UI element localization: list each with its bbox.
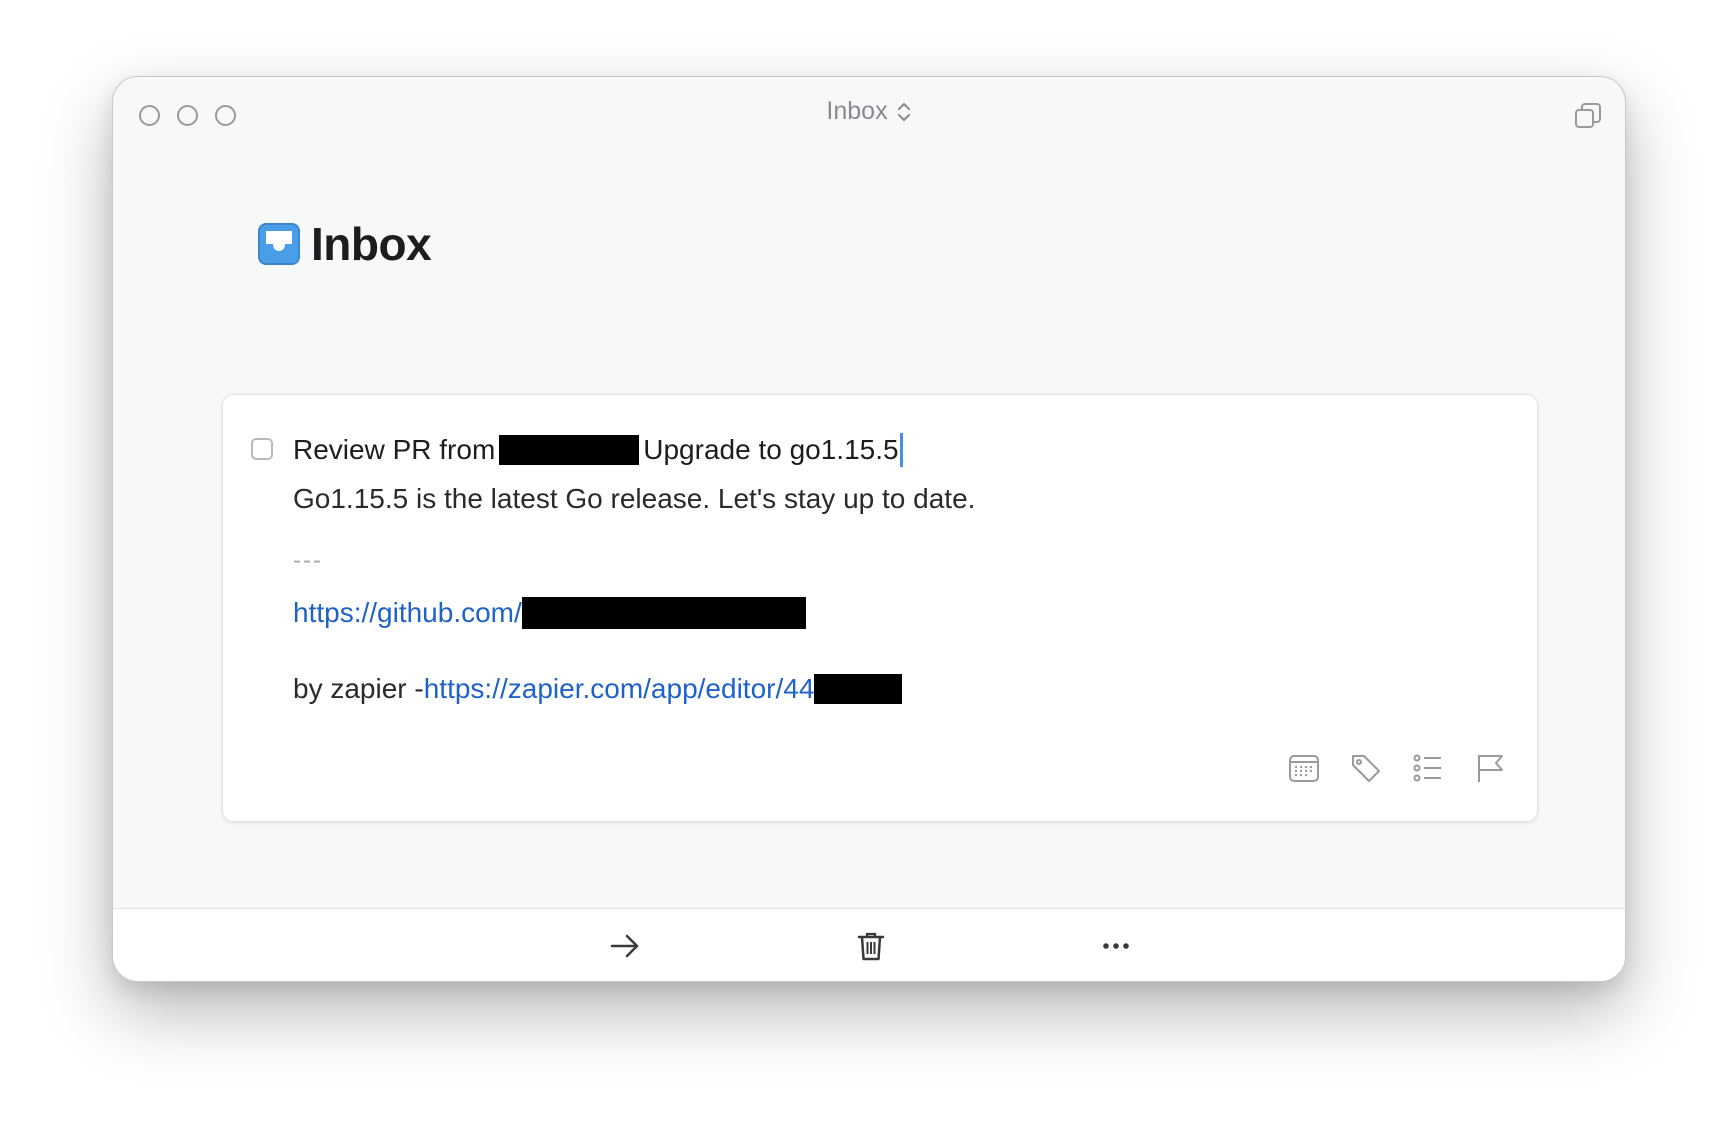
redaction-block [814,674,903,704]
task-title-prefix: Review PR from [293,434,496,465]
github-link[interactable]: https://github.com/ [293,597,522,629]
tag-icon[interactable] [1349,751,1383,785]
checklist-icon[interactable] [1411,751,1445,785]
zapier-link[interactable]: https://zapier.com/app/editor/44 [424,673,815,705]
page-header: Inbox [257,217,432,271]
page-title: Inbox [311,218,432,270]
bottom-toolbar [113,908,1625,981]
task-note-line[interactable]: Go1.15.5 is the latest Go release. Let's… [293,483,975,515]
flag-icon[interactable] [1473,751,1507,785]
text-caret [899,433,903,467]
window-title: Inbox [826,97,888,125]
note-byline: by zapier - https://zapier.com/app/edito… [293,673,903,705]
byline-prefix: by zapier - [293,673,424,704]
more-icon[interactable] [1099,929,1133,963]
task-actions [1287,751,1507,785]
duplicate-window-icon[interactable] [1573,101,1603,131]
note-separator: --- [293,547,323,574]
trash-icon[interactable] [854,929,888,963]
window-title-menu[interactable]: Inbox [113,97,1625,126]
chevron-updown-icon [897,102,910,121]
inbox-tray-icon [258,223,300,265]
task-title-suffix: Upgrade to go1.15.5 [643,434,899,465]
redaction-block [521,597,806,629]
task-title[interactable]: Review PR from Upgrade to go1.15.5 [293,433,903,467]
move-arrow-icon[interactable] [608,929,642,963]
redaction-block [499,435,640,465]
calendar-icon[interactable] [1287,751,1321,785]
app-window: Inbox Inbox Review PR from Upgrade to go… [112,76,1626,982]
task-card[interactable]: Review PR from Upgrade to go1.15.5 Go1.1… [223,395,1537,821]
task-checkbox[interactable] [251,438,273,460]
note-link-row: https://github.com/ [293,597,806,629]
